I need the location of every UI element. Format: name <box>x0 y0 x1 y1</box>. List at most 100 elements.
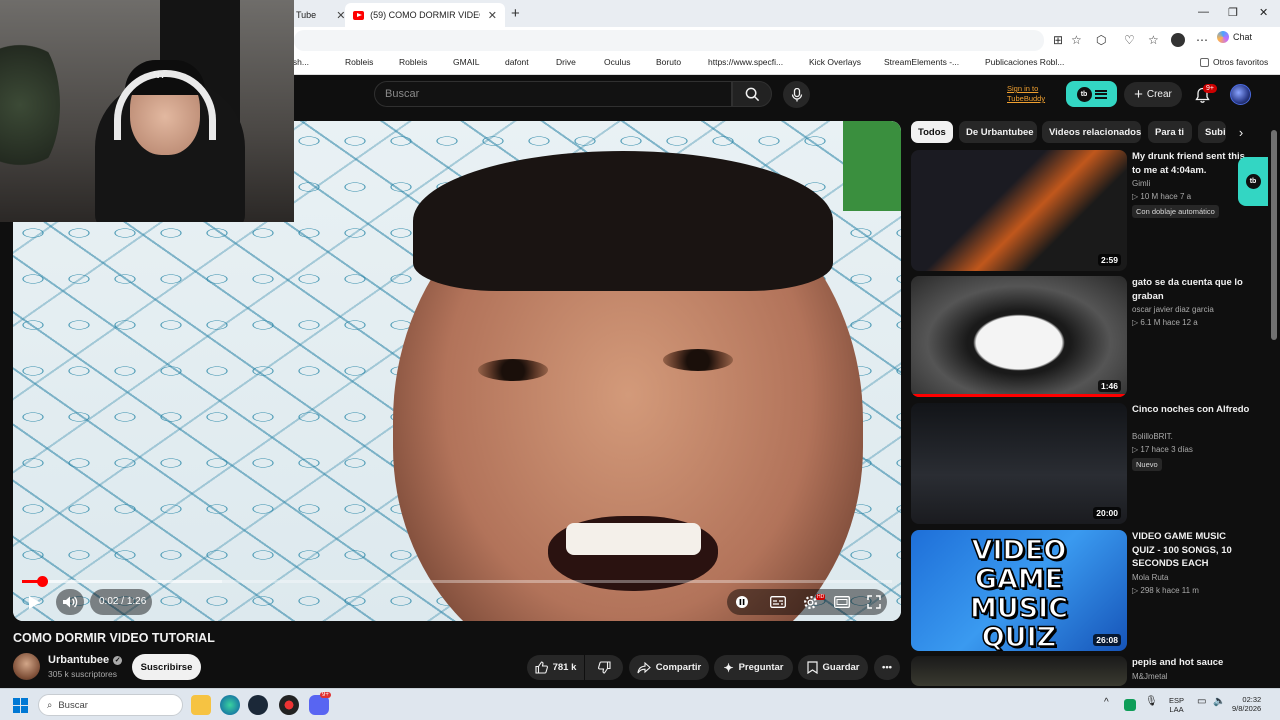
bookmark-item[interactable]: Robleis <box>332 57 373 67</box>
more-dots-icon: ••• <box>882 662 892 673</box>
tubebuddy-signin-link[interactable]: Sign in to TubeBuddy <box>1007 84 1063 104</box>
recommendation-thumbnail[interactable]: VIDEO GAME MUSIC QUIZ 26:08 <box>911 530 1127 651</box>
window-close-icon[interactable]: ✕ <box>1259 6 1268 19</box>
browser-essentials-icon[interactable]: ♡ <box>1124 33 1135 47</box>
scrollbar-thumb[interactable] <box>1271 130 1277 340</box>
thumbnail-text: VIDEO GAME MUSIC QUIZ <box>969 535 1069 651</box>
windows-start-icon[interactable] <box>13 698 28 713</box>
ask-button[interactable]: ✦ Preguntar <box>714 655 793 680</box>
bookmark-item[interactable]: Drive <box>543 57 576 67</box>
bookmark-item[interactable]: Kick Overlays <box>796 57 861 67</box>
scrubber-handle[interactable] <box>37 576 48 587</box>
filter-chip[interactable]: Todos <box>911 121 953 143</box>
recommendation-title[interactable]: gato se da cuenta que lo graban <box>1132 276 1250 303</box>
autoplay-pause-icon <box>736 596 748 608</box>
thumbs-up-icon <box>535 661 548 674</box>
recommendation-title[interactable]: pepis and hot sauce <box>1132 656 1250 670</box>
search-button[interactable] <box>732 81 772 107</box>
volume-button[interactable] <box>57 590 83 614</box>
more-actions-button[interactable]: ••• <box>874 655 900 680</box>
filter-chip[interactable]: Videos relacionados <box>1042 121 1141 143</box>
file-explorer-icon[interactable] <box>191 695 211 715</box>
like-button[interactable]: 781 k <box>527 655 584 680</box>
network-icon[interactable]: ▭ <box>1197 697 1206 707</box>
autoplay-toggle[interactable] <box>729 590 755 614</box>
user-avatar[interactable] <box>1230 84 1251 105</box>
address-bar[interactable] <box>294 30 1044 51</box>
recommendation-thumbnail[interactable]: 20:00 <box>911 403 1127 524</box>
bookmark-item[interactable]: https://www.specfi... <box>695 57 783 67</box>
channel-name[interactable]: Urbantubee ✓ <box>48 654 123 666</box>
dislike-button[interactable] <box>585 655 623 680</box>
play-button[interactable] <box>21 590 47 614</box>
bookmark-item[interactable]: Robleis <box>386 57 427 67</box>
channel-avatar[interactable] <box>13 653 40 680</box>
split-screen-icon[interactable]: ⊞ <box>1053 33 1063 47</box>
profile-avatar[interactable] <box>1171 33 1185 47</box>
recommendation-thumbnail[interactable] <box>911 656 1127 686</box>
other-favorites[interactable]: Otros favoritos <box>1200 57 1268 67</box>
tubebuddy-side-tab[interactable]: tb <box>1238 157 1268 206</box>
recommendation-channel[interactable]: BolilloBRIT. <box>1132 432 1173 441</box>
tray-overflow-icon[interactable]: ^ <box>1104 698 1109 708</box>
gmail-icon <box>440 58 449 67</box>
recommendation-title[interactable]: VIDEO GAME MUSIC QUIZ - 100 SONGS, 10 SE… <box>1132 530 1250 571</box>
edge-browser-icon[interactable] <box>220 695 240 715</box>
total-time: 1:26 <box>126 596 147 607</box>
bookmark-item[interactable]: Boruto <box>643 57 681 67</box>
speaker-icon[interactable]: 🔈 <box>1213 697 1225 707</box>
clock[interactable]: 02:32 9/8/2026 <box>1232 695 1261 713</box>
bookmark-item[interactable]: StreamElements -... <box>871 57 959 67</box>
recording-app-icon[interactable] <box>279 695 299 715</box>
search-input[interactable]: Buscar <box>374 81 732 107</box>
recommendation-thumbnail[interactable]: 1:46 <box>911 276 1127 397</box>
microphone-icon[interactable]: 🎙 <box>1145 697 1158 707</box>
more-options-icon[interactable]: ⋯ <box>1196 33 1208 47</box>
language-indicator[interactable]: ESP LAA <box>1169 696 1184 714</box>
voice-search-button[interactable] <box>783 81 810 108</box>
volume-icon <box>63 596 78 608</box>
tray-app-icon[interactable] <box>1124 699 1136 711</box>
bookmark-item[interactable]: Publicaciones Robl... <box>972 57 1064 67</box>
new-tab-icon[interactable]: + <box>511 5 520 22</box>
time-display: 0:02 / 1:26 <box>99 596 147 607</box>
save-button[interactable]: Guardar <box>798 655 868 680</box>
create-button[interactable]: + Crear <box>1124 82 1182 107</box>
favorite-star-icon[interactable]: ☆ <box>1071 33 1082 47</box>
recommendation-thumbnail[interactable]: 2:59 <box>911 150 1127 271</box>
subtitles-button[interactable] <box>765 590 791 614</box>
recommendation-channel[interactable]: Mola Ruta <box>1132 573 1168 582</box>
bookmark-item[interactable]: dafont <box>492 57 529 67</box>
duration-badge: 20:00 <box>1093 507 1121 519</box>
collections-icon[interactable]: ☆ <box>1148 33 1159 47</box>
recommendation-title[interactable]: Cinco noches con Alfredo <box>1132 403 1250 417</box>
video-progress-bar[interactable] <box>22 576 892 587</box>
recommendation-channel[interactable]: Gimli <box>1132 179 1150 188</box>
subscribe-button[interactable]: Suscribirse <box>132 654 201 680</box>
share-button[interactable]: Compartir <box>629 655 709 680</box>
tab-close-icon[interactable]: ✕ <box>488 9 497 22</box>
chips-next-button[interactable]: › <box>1228 121 1254 143</box>
tab-previous[interactable]: Tube ✕ <box>288 3 353 27</box>
filter-chip[interactable]: De Urbantubee <box>959 121 1037 143</box>
bookmark-item[interactable]: Oculus <box>591 57 630 67</box>
steam-icon[interactable] <box>248 695 268 715</box>
extensions-icon[interactable]: ⬡ <box>1096 33 1106 47</box>
fullscreen-button[interactable] <box>861 590 887 614</box>
minimize-icon[interactable]: — <box>1198 6 1209 18</box>
copilot-chat-button[interactable]: Chat <box>1217 31 1252 43</box>
recommendation-title[interactable]: My drunk friend sent this to me at 4:04a… <box>1132 150 1250 177</box>
discord-icon[interactable] <box>309 695 329 715</box>
filter-chip[interactable]: Para ti <box>1148 121 1192 143</box>
theater-mode-button[interactable] <box>829 590 855 614</box>
discord-badge: 9+ <box>320 692 331 698</box>
bookmark-item[interactable]: GMAIL <box>440 57 479 67</box>
tab-active[interactable]: (59) COMO DORMIR VIDEO TUTO ✕ <box>345 3 505 27</box>
maximize-icon[interactable]: ❐ <box>1228 6 1238 19</box>
tubebuddy-menu-button[interactable]: tb <box>1066 81 1117 107</box>
recommendation-channel[interactable]: M&Jmetal <box>1132 672 1168 681</box>
page-scrollbar[interactable] <box>1271 116 1277 686</box>
filter-chip[interactable]: Subi <box>1198 121 1226 143</box>
taskbar-search[interactable]: ⌕ Buscar <box>38 694 183 716</box>
recommendation-channel[interactable]: oscar javier diaz garcia <box>1132 305 1214 314</box>
